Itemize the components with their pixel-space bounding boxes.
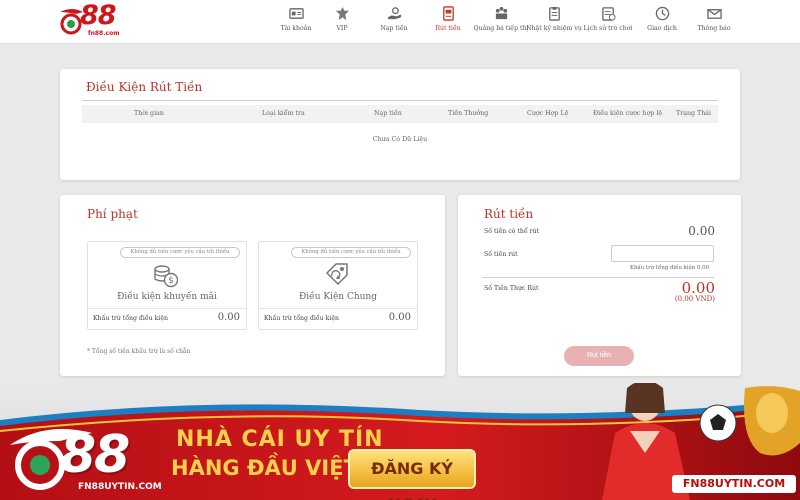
logo-domain: fn88.com: [88, 30, 120, 37]
nav-item-withdraw[interactable]: Rút tiền: [420, 6, 476, 40]
deposit-hand-icon: [387, 7, 401, 20]
account-card-icon: [288, 8, 304, 19]
nav-item-deposit[interactable]: Nạp tiền: [366, 6, 422, 40]
column-header: Tiền Thưởng: [448, 110, 489, 117]
column-header: Loại kiểm tra: [262, 110, 305, 117]
tag-refresh-icon: [326, 263, 348, 285]
task-clipboard-icon: [548, 6, 560, 21]
deduct-label: Khấu trừ tổng điều kiện: [93, 315, 169, 322]
nav-item-marketing[interactable]: Quảng bá tiếp thị: [473, 6, 529, 40]
banner-site-link[interactable]: FN88UYTIN.COM: [672, 475, 796, 493]
deduct-value: 0.00: [217, 312, 240, 323]
nav-item-tasks[interactable]: Nhật ký nhiệm vụ: [526, 6, 582, 40]
register-now-button[interactable]: ĐĂNG KÝ NGAY: [348, 449, 476, 500]
vip-badge-icon: [335, 6, 349, 21]
svg-text:$: $: [168, 276, 174, 286]
column-header: Cược Hợp Lệ: [527, 110, 569, 117]
promo-condition-name: Điều kiện khuyến mãi: [117, 292, 217, 302]
withdraw-icon: [442, 6, 454, 21]
general-condition-box: Không đủ tiền cược yêu cầu tối thiểu Điề…: [258, 241, 418, 330]
withdraw-title: Rút tiền: [484, 207, 534, 221]
withdraw-conditions-card: Điều Kiện Rút Tiền Thời gian Loại kiểm t…: [60, 69, 740, 180]
withdraw-submit-button[interactable]: Rút tiền: [564, 346, 634, 366]
nav-item-transactions[interactable]: Giao dịch: [634, 6, 690, 40]
available-label: Số tiền có thể rút: [484, 228, 540, 235]
column-header: Trạng Thái: [676, 110, 712, 117]
brand-logo[interactable]: 88 fn88.com: [58, 0, 148, 42]
general-condition-name: Điều Kiện Chung: [299, 292, 377, 302]
column-header: Nạp tiền: [374, 110, 402, 117]
box-divider: [259, 308, 417, 309]
available-value: 0.00: [688, 224, 715, 238]
nav-item-vip[interactable]: VIP: [314, 6, 370, 40]
actual-amount-label: Số Tiền Thực Rút: [484, 285, 539, 292]
deduct-label: Khấu trừ tổng điều kiện: [264, 315, 340, 322]
marketing-people-icon: [495, 6, 507, 20]
deduct-hint: Khấu trừ tổng điều kiện 0.00: [629, 265, 709, 271]
box-divider: [88, 308, 246, 309]
title-divider: [82, 100, 718, 101]
penalty-card: Phí phạt Không đủ tiền cược yêu cầu tối …: [60, 195, 445, 376]
withdraw-divider: [482, 277, 714, 278]
promo-condition-box: Không đủ tiền cược yêu cầu tối thiểu $ Đ…: [87, 241, 247, 330]
nav-item-game-history[interactable]: Lịch sử trò chơi: [580, 6, 636, 40]
actual-amount-vnd: (0.00 VND): [674, 295, 715, 303]
penalty-note: * Tổng số tiền khấu trừ là số chẵn: [87, 348, 191, 355]
transaction-clock-icon: [655, 6, 669, 21]
mail-envelope-icon: [706, 9, 722, 19]
withdraw-card: Rút tiền Số tiền có thể rút 0.00 Số tiền…: [458, 195, 741, 376]
withdraw-amount-input[interactable]: [611, 245, 714, 262]
money-coins-icon: $: [154, 265, 179, 288]
promo-banner[interactable]: 88 FN88UYTIN.COM NHÀ CÁI UY TÍN HÀNG ĐẦU…: [0, 383, 800, 500]
deduct-value: 0.00: [388, 312, 411, 323]
banner-logo-number: 88: [60, 425, 130, 485]
penalty-title: Phí phạt: [87, 207, 138, 221]
conditions-title: Điều Kiện Rút Tiền: [86, 80, 203, 94]
empty-table-message: Chưa Có Dữ Liệu: [372, 136, 428, 143]
column-header: Điều kiện cược hợp lệ: [593, 110, 663, 117]
banner-logo-domain: FN88UYTIN.COM: [78, 482, 162, 492]
logo-number: 88: [80, 0, 117, 31]
amount-label: Số tiền rút: [484, 251, 518, 258]
status-badge: Không đủ tiền cược yêu cầu tối thiểu: [291, 247, 411, 258]
nav-item-notifications[interactable]: Thông báo: [686, 6, 742, 40]
top-header: 88 fn88.com Tài khoản VIP Nạp tiền Rút t…: [0, 0, 800, 44]
status-badge: Không đủ tiền cược yêu cầu tối thiểu: [120, 247, 240, 258]
conditions-table-header: Thời gian Loại kiểm tra Nạp tiền Tiền Th…: [82, 105, 718, 123]
game-history-icon: [601, 7, 616, 21]
column-header: Thời gian: [134, 110, 164, 117]
